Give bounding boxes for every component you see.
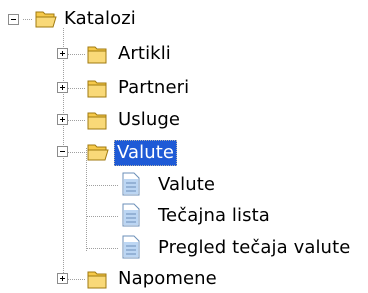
folder-icon	[87, 46, 107, 64]
tree-line	[87, 216, 119, 217]
tree-line	[87, 185, 119, 186]
tree-line	[87, 248, 119, 249]
tree-node-label: Valute	[158, 174, 216, 195]
folder-open-icon	[87, 144, 109, 161]
folder-open-icon	[35, 11, 57, 28]
document-icon	[122, 203, 140, 227]
tree-node-label: Usluge	[118, 109, 181, 130]
expand-toggle[interactable]	[57, 114, 68, 125]
expand-toggle[interactable]	[57, 273, 68, 284]
tree-node-label: Valute	[114, 140, 178, 166]
catalog-tree: Katalozi Artikli Partneri Usluge Valute …	[0, 0, 368, 293]
collapse-toggle[interactable]	[57, 146, 68, 157]
folder-icon	[87, 271, 107, 289]
tree-node-label: Artikli	[118, 43, 171, 64]
collapse-toggle[interactable]	[8, 14, 19, 25]
document-icon	[122, 235, 140, 259]
expand-toggle[interactable]	[57, 82, 68, 93]
tree-node-label: Napomene	[118, 268, 217, 289]
expand-toggle[interactable]	[57, 48, 68, 59]
tree-node-label: Pregled tečaja valute	[158, 237, 351, 258]
tree-node-label: Katalozi	[64, 8, 136, 29]
tree-node-label: Tečajna lista	[158, 205, 270, 226]
tree-node-label: Partneri	[118, 77, 190, 98]
document-icon	[122, 172, 140, 196]
folder-icon	[87, 80, 107, 98]
folder-icon	[87, 112, 107, 130]
tree-line	[23, 19, 33, 20]
tree-line	[86, 148, 87, 252]
